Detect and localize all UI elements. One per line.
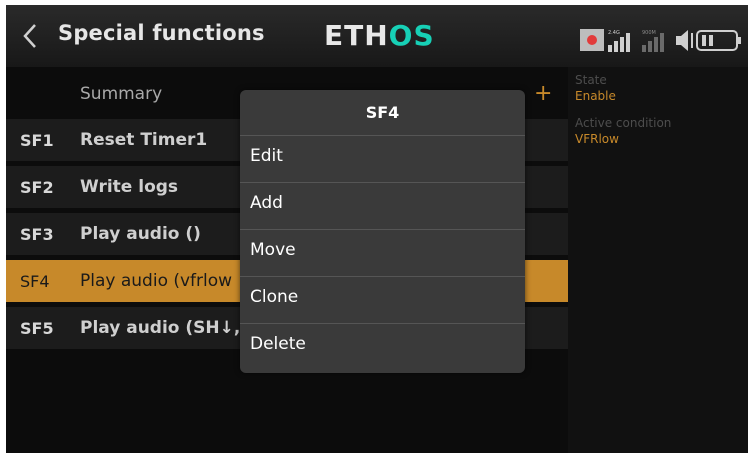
row-description: Play audio (vfrlow: [80, 271, 233, 291]
plus-icon[interactable]: +: [534, 81, 552, 106]
battery-icon: [696, 30, 741, 51]
status-icons: 2.4G 900M: [580, 29, 741, 52]
radio-screen: Special functions ETHOS 2.4G 900M Summar…: [6, 5, 748, 453]
row-description: Reset Timer1: [80, 130, 208, 150]
menu-item-clone[interactable]: Clone: [240, 277, 525, 324]
page-title: Special functions: [58, 21, 265, 45]
record-icon: [580, 29, 604, 51]
ethos-logo: ETHOS: [324, 19, 435, 52]
row-number: SF2: [20, 178, 54, 197]
menu-title: SF4: [240, 90, 525, 136]
header-bar: Special functions ETHOS 2.4G 900M: [6, 5, 748, 67]
condition-label: Active condition: [575, 116, 672, 130]
menu-item-delete[interactable]: Delete: [240, 324, 525, 371]
svg-text:900M: 900M: [642, 30, 656, 36]
state-label: State: [575, 73, 607, 87]
signal-bars-900m-icon: 900M: [642, 30, 664, 52]
row-number: SF1: [20, 131, 54, 150]
signal-bars-icon: 2.4G: [608, 30, 630, 52]
svg-text:2.4G: 2.4G: [608, 30, 620, 36]
menu-item-edit[interactable]: Edit: [240, 136, 525, 183]
state-value: Enable: [575, 89, 616, 103]
detail-panel: State Enable Active condition VFRlow: [568, 67, 748, 453]
menu-item-move[interactable]: Move: [240, 230, 525, 277]
row-number: SF5: [20, 319, 54, 338]
back-arrow-icon[interactable]: [20, 22, 40, 50]
row-number: SF3: [20, 225, 54, 244]
summary-label: Summary: [80, 84, 163, 104]
menu-item-add[interactable]: Add: [240, 183, 525, 230]
row-description: Write logs: [80, 177, 179, 197]
row-description: Play audio (): [80, 224, 201, 244]
condition-value: VFRlow: [575, 132, 619, 146]
row-number: SF4: [20, 272, 50, 291]
speaker-icon: [676, 30, 693, 51]
row-description: Play audio (SH↓, t: [80, 318, 255, 338]
context-menu: SF4 Edit Add Move Clone Delete: [240, 90, 525, 373]
